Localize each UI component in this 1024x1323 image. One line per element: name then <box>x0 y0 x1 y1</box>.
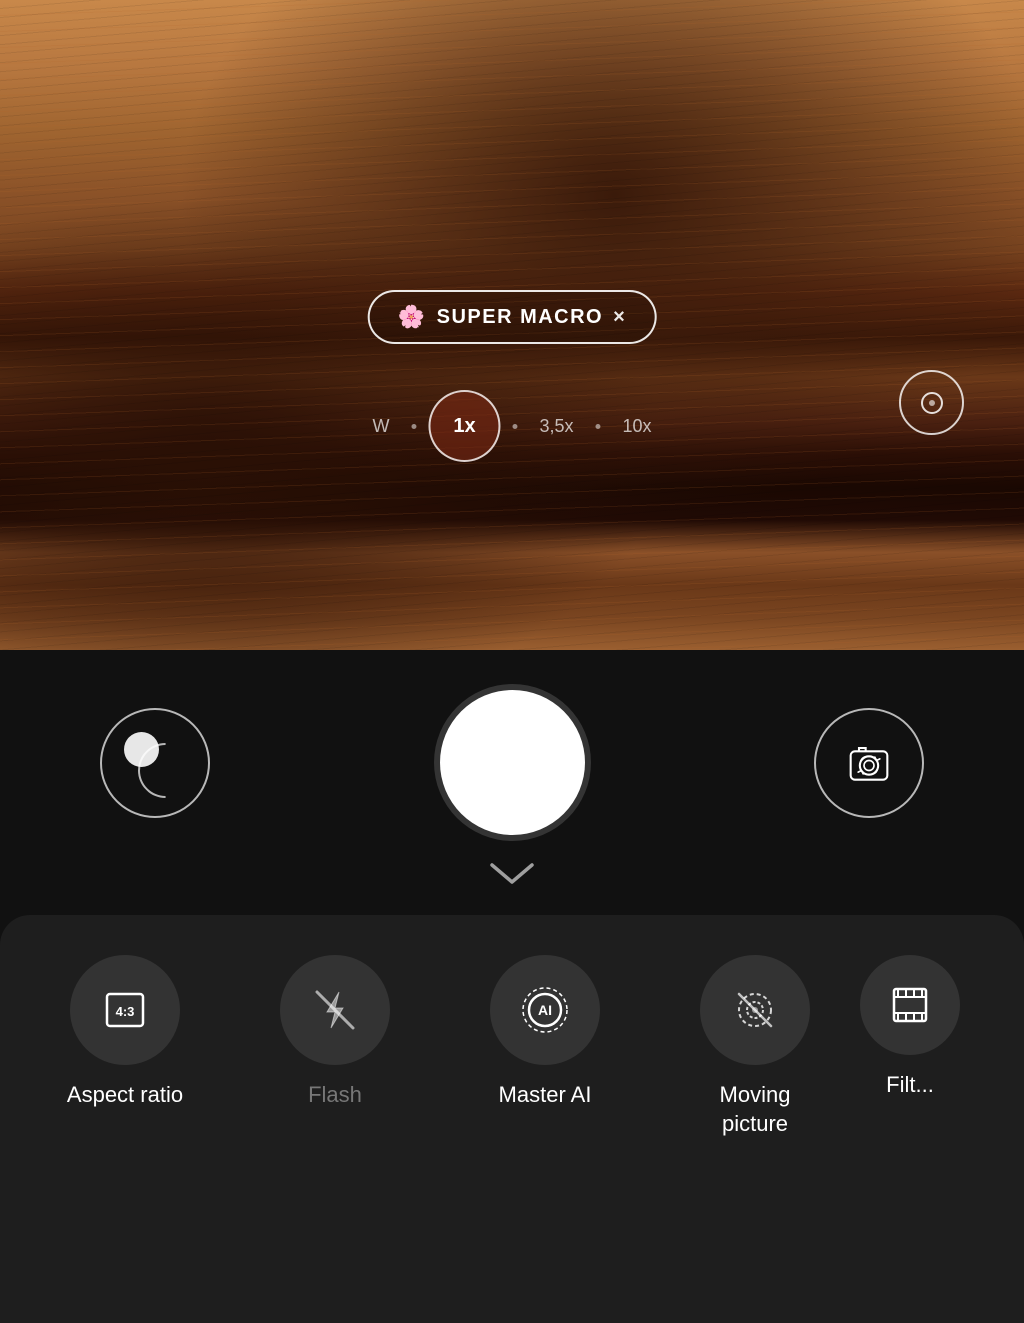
flash-off-icon <box>309 984 361 1036</box>
flash-label: Flash <box>308 1081 362 1110</box>
camera-viewfinder: 🌸 SUPER MACRO × W 1x 3,5x 10x <box>0 0 1024 650</box>
moving-picture-icon <box>729 984 781 1036</box>
controls-area: 4:3 Aspect ratio Flash <box>0 650 1024 1323</box>
zoom-dot-1 <box>411 424 416 429</box>
filter-icon-circle <box>860 955 960 1055</box>
zoom-controls: W 1x 3,5x 10x <box>354 390 669 462</box>
master-ai-icon: AI <box>519 984 571 1036</box>
qs-flash[interactable]: Flash <box>230 955 440 1110</box>
flip-camera-icon <box>844 738 894 788</box>
shutter-inner <box>452 703 572 823</box>
qs-moving-picture[interactable]: Moving picture <box>650 955 860 1138</box>
chevron-down-icon <box>487 860 537 890</box>
focus-indicator[interactable] <box>899 370 964 435</box>
master-ai-icon-circle: AI <box>490 955 600 1065</box>
macro-label: SUPER MACRO <box>437 306 604 329</box>
zoom-dot-2 <box>512 424 517 429</box>
svg-text:AI: AI <box>538 1002 552 1018</box>
aspect-ratio-label: Aspect ratio <box>67 1081 183 1110</box>
chevron-down-button[interactable] <box>487 860 537 895</box>
filter-icon <box>884 979 936 1031</box>
super-macro-badge[interactable]: 🌸 SUPER MACRO × <box>368 290 657 344</box>
aspect-ratio-icon: 4:3 <box>99 984 151 1036</box>
filter-label: Filt... <box>886 1071 934 1100</box>
zoom-w[interactable]: W <box>354 416 407 437</box>
flip-camera-button[interactable] <box>814 708 924 818</box>
bottom-panel: 4:3 Aspect ratio Flash <box>0 915 1024 1323</box>
moving-picture-label: Moving picture <box>720 1081 791 1138</box>
macro-flower-icon: 🌸 <box>398 304 427 330</box>
qs-filter[interactable]: Filt... <box>860 955 960 1100</box>
shutter-button[interactable] <box>440 690 585 835</box>
zoom-dot-3 <box>596 424 601 429</box>
zoom-10x[interactable]: 10x <box>605 416 670 437</box>
master-ai-label: Master AI <box>499 1081 592 1110</box>
quick-settings-row: 4:3 Aspect ratio Flash <box>20 955 1004 1138</box>
aspect-ratio-icon-circle: 4:3 <box>70 955 180 1065</box>
gallery-button[interactable] <box>100 708 210 818</box>
moving-picture-icon-circle <box>700 955 810 1065</box>
zoom-3-5x[interactable]: 3,5x <box>521 416 591 437</box>
flash-icon-circle <box>280 955 390 1065</box>
svg-text:4:3: 4:3 <box>116 1004 135 1019</box>
qs-master-ai[interactable]: AI Master AI <box>440 955 650 1110</box>
focus-icon <box>912 383 952 423</box>
zoom-1x-active[interactable]: 1x <box>428 390 500 462</box>
qs-aspect-ratio[interactable]: 4:3 Aspect ratio <box>20 955 230 1110</box>
macro-close-button[interactable]: × <box>613 306 626 329</box>
camera-controls-row <box>0 660 1024 855</box>
